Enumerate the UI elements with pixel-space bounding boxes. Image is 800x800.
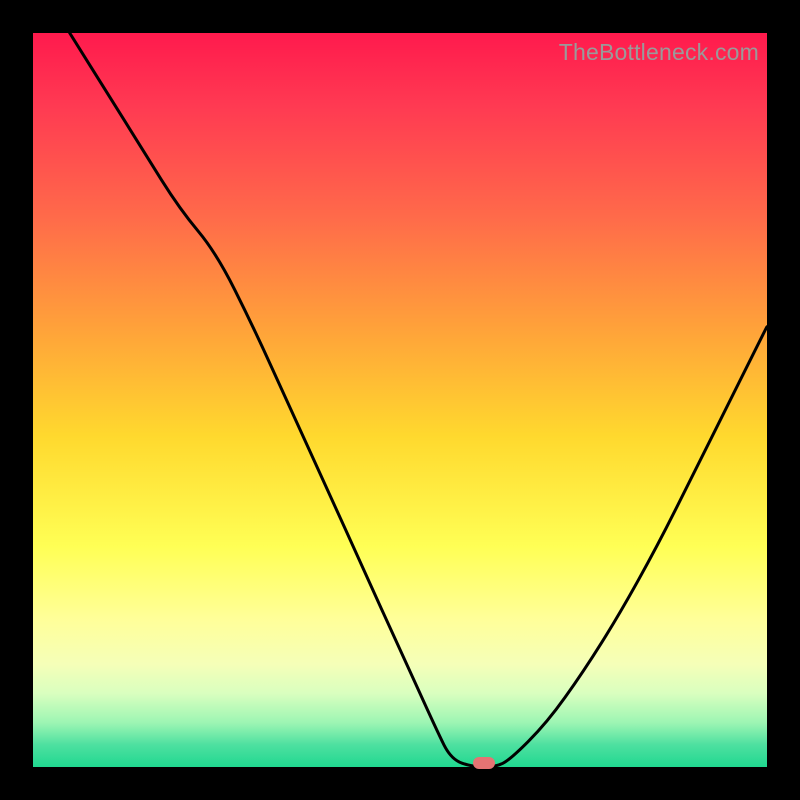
optimum-marker <box>473 757 495 769</box>
bottleneck-curve <box>33 33 767 767</box>
curve-path <box>70 33 767 767</box>
chart-frame: TheBottleneck.com <box>0 0 800 800</box>
plot-area: TheBottleneck.com <box>33 33 767 767</box>
